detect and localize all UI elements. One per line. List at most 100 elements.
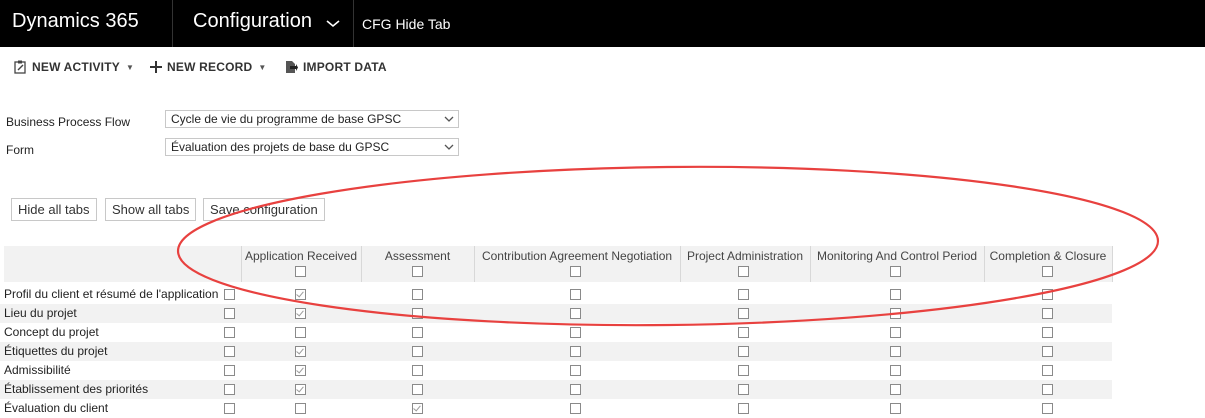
app-brand[interactable]: Dynamics 365 xyxy=(12,10,139,33)
nav-divider xyxy=(172,0,173,47)
tab-visibility-checkbox[interactable] xyxy=(890,346,901,357)
import-data-label: IMPORT DATA xyxy=(303,60,387,74)
row-label: Profil du client et résumé de l'applicat… xyxy=(4,287,219,301)
import-data-button[interactable]: IMPORT DATA xyxy=(284,60,387,74)
area-selector[interactable]: Configuration xyxy=(193,10,312,33)
tab-visibility-checkbox[interactable] xyxy=(890,403,901,414)
row-select-all-checkbox[interactable] xyxy=(224,289,235,300)
chevron-down-icon[interactable] xyxy=(324,14,342,32)
column-header: Contribution Agreement Negotiation xyxy=(481,249,673,263)
row-select-all-checkbox[interactable] xyxy=(224,403,235,414)
tab-visibility-checkbox[interactable] xyxy=(1042,365,1053,376)
tab-visibility-checkbox[interactable] xyxy=(570,327,581,338)
plus-icon xyxy=(150,61,162,73)
save-configuration-button[interactable]: Save configuration xyxy=(203,198,325,221)
tab-visibility-checkbox[interactable] xyxy=(890,384,901,395)
tab-visibility-checkbox[interactable] xyxy=(570,308,581,319)
form-select-value: Évaluation des projets de base du GPSC xyxy=(171,140,390,154)
tab-visibility-checkbox[interactable] xyxy=(295,327,306,338)
caret-down-icon: ▼ xyxy=(258,62,267,72)
table-row: Admissibilité xyxy=(0,361,1112,380)
tab-visibility-checkbox[interactable] xyxy=(295,308,306,319)
tab-visibility-checkbox[interactable] xyxy=(412,308,423,319)
column-header: Application Received xyxy=(244,249,358,263)
tab-visibility-checkbox[interactable] xyxy=(738,289,749,300)
row-label: Concept du projet xyxy=(4,325,99,339)
tab-visibility-checkbox[interactable] xyxy=(570,403,581,414)
tab-visibility-checkbox[interactable] xyxy=(570,365,581,376)
form-select[interactable]: Évaluation des projets de base du GPSC xyxy=(165,138,459,156)
tab-visibility-checkbox[interactable] xyxy=(738,403,749,414)
table-row: Profil du client et résumé de l'applicat… xyxy=(0,285,1112,304)
tab-visibility-checkbox[interactable] xyxy=(412,403,423,414)
tab-visibility-checkbox[interactable] xyxy=(890,308,901,319)
tab-visibility-checkbox[interactable] xyxy=(1042,346,1053,357)
tab-visibility-checkbox[interactable] xyxy=(412,289,423,300)
column-header: Assessment xyxy=(384,249,451,263)
row-label: Établissement des priorités xyxy=(4,382,149,396)
row-select-all-checkbox[interactable] xyxy=(224,308,235,319)
row-label: Étiquettes du projet xyxy=(4,344,108,358)
row-label: Évaluation du client xyxy=(4,401,109,415)
tab-visibility-checkbox[interactable] xyxy=(738,327,749,338)
tab-visibility-checkbox[interactable] xyxy=(1042,327,1053,338)
tab-visibility-checkbox[interactable] xyxy=(412,327,423,338)
tab-visibility-checkbox[interactable] xyxy=(295,365,306,376)
entity-name[interactable]: CFG Hide Tab xyxy=(362,16,450,32)
tab-visibility-checkbox[interactable] xyxy=(570,289,581,300)
row-label: Lieu du projet xyxy=(4,306,77,320)
chevron-down-icon xyxy=(444,144,454,150)
table-row: Évaluation du client xyxy=(0,399,1112,418)
new-activity-button[interactable]: NEW ACTIVITY ▼ xyxy=(14,60,134,74)
tab-visibility-checkbox[interactable] xyxy=(1042,403,1053,414)
bpf-select[interactable]: Cycle de vie du programme de base GPSC xyxy=(165,110,459,128)
tab-visibility-checkbox[interactable] xyxy=(1042,289,1053,300)
tab-visibility-checkbox[interactable] xyxy=(1042,384,1053,395)
row-select-all-checkbox[interactable] xyxy=(224,384,235,395)
column-select-all-checkbox[interactable] xyxy=(412,266,423,277)
column-select-all-checkbox[interactable] xyxy=(570,266,581,277)
tab-visibility-checkbox[interactable] xyxy=(295,403,306,414)
tab-visibility-checkbox[interactable] xyxy=(890,327,901,338)
column-select-all-checkbox[interactable] xyxy=(295,266,306,277)
clipboard-edit-icon xyxy=(14,60,26,74)
new-record-label: NEW RECORD xyxy=(167,60,253,74)
tab-visibility-checkbox[interactable] xyxy=(412,346,423,357)
table-row: Lieu du projet xyxy=(0,304,1112,323)
tab-visibility-checkbox[interactable] xyxy=(738,365,749,376)
tab-visibility-checkbox[interactable] xyxy=(738,384,749,395)
show-all-tabs-button[interactable]: Show all tabs xyxy=(105,198,197,221)
tab-visibility-checkbox[interactable] xyxy=(295,289,306,300)
tab-visibility-checkbox[interactable] xyxy=(1042,308,1053,319)
tab-visibility-checkbox[interactable] xyxy=(295,384,306,395)
top-nav-bar: Dynamics 365 Configuration CFG Hide Tab xyxy=(0,0,1205,47)
bpf-label: Business Process Flow xyxy=(6,115,131,129)
row-label: Admissibilité xyxy=(4,363,71,377)
column-select-all-checkbox[interactable] xyxy=(738,266,749,277)
tab-visibility-checkbox[interactable] xyxy=(412,384,423,395)
column-divider xyxy=(1112,246,1113,282)
table-row: Établissement des priorités xyxy=(0,380,1112,399)
column-select-all-checkbox[interactable] xyxy=(1042,266,1053,277)
table-row: Étiquettes du projet xyxy=(0,342,1112,361)
command-bar: NEW ACTIVITY ▼ NEW RECORD ▼ IMPORT DATA xyxy=(0,56,600,80)
row-select-all-checkbox[interactable] xyxy=(224,365,235,376)
table-row: Concept du projet xyxy=(0,323,1112,342)
tab-visibility-checkbox[interactable] xyxy=(890,365,901,376)
hide-all-tabs-button[interactable]: Hide all tabs xyxy=(11,198,97,221)
tab-visibility-checkbox[interactable] xyxy=(295,346,306,357)
column-header: Monitoring And Control Period xyxy=(816,249,978,263)
tab-visibility-checkbox[interactable] xyxy=(412,365,423,376)
row-select-all-checkbox[interactable] xyxy=(224,327,235,338)
new-record-button[interactable]: NEW RECORD ▼ xyxy=(150,60,266,74)
column-header: Project Administration xyxy=(686,249,804,263)
tab-visibility-checkbox[interactable] xyxy=(890,289,901,300)
tab-visibility-checkbox[interactable] xyxy=(570,346,581,357)
bpf-select-value: Cycle de vie du programme de base GPSC xyxy=(171,112,402,126)
tab-visibility-checkbox[interactable] xyxy=(738,346,749,357)
column-select-all-checkbox[interactable] xyxy=(890,266,901,277)
tab-visibility-checkbox[interactable] xyxy=(570,384,581,395)
nav-divider xyxy=(353,0,354,47)
tab-visibility-checkbox[interactable] xyxy=(738,308,749,319)
row-select-all-checkbox[interactable] xyxy=(224,346,235,357)
